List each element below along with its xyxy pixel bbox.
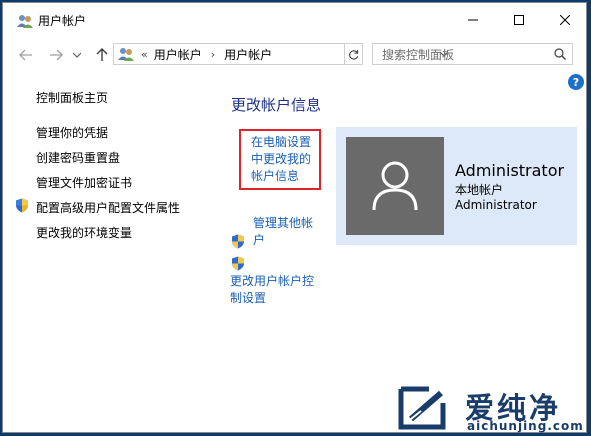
control-panel-home-link[interactable]: 控制面板主页	[36, 89, 108, 106]
maximize-button[interactable]	[496, 3, 542, 37]
link-line: 帐户信息	[251, 169, 300, 183]
manage-other-accounts-link[interactable]: 管理其他帐 户	[253, 215, 313, 249]
uac-shield-icon	[232, 234, 244, 249]
forward-button[interactable]	[45, 45, 67, 65]
watermark-logo	[398, 386, 446, 430]
change-environment-variables-link[interactable]: 更改我的环境变量	[36, 224, 132, 241]
arrow-right-icon	[50, 49, 63, 61]
breadcrumb-separator[interactable]: ›	[211, 48, 215, 61]
uac-shield-icon	[16, 198, 28, 213]
manage-credentials-link[interactable]: 管理你的凭据	[36, 124, 108, 141]
user-silhouette-icon	[372, 161, 418, 211]
create-password-reset-disk-link[interactable]: 创建密码重置盘	[36, 149, 120, 166]
link-line: 更改用户帐户控	[230, 274, 315, 288]
account-type: 本地帐户	[455, 183, 504, 197]
avatar	[346, 137, 444, 235]
manage-encryption-certificates-link[interactable]: 管理文件加密证书	[36, 174, 132, 191]
title-bar: 用户帐户	[3, 3, 586, 37]
link-line: 制设置	[230, 291, 267, 305]
breadcrumb-item[interactable]: 用户帐户	[154, 46, 202, 63]
navigation-bar: « 用户帐户 › 用户帐户 搜索控制面板	[3, 39, 586, 71]
refresh-button[interactable]	[345, 43, 363, 65]
user-accounts-icon	[17, 15, 33, 28]
chevron-down-icon	[73, 52, 81, 58]
user-accounts-icon	[118, 48, 134, 61]
search-icon	[554, 48, 566, 60]
search-input[interactable]: 搜索控制面板	[372, 43, 573, 65]
up-button[interactable]	[91, 45, 113, 65]
search-placeholder: 搜索控制面板	[382, 47, 455, 62]
account-name: Administrator	[455, 161, 565, 180]
watermark-url: aichunjing.com	[467, 419, 584, 433]
pc-settings-link[interactable]: 在电脑设置 中更改我的 帐户信息	[251, 134, 311, 185]
link-line: 在电脑设置	[251, 135, 312, 149]
arrow-left-icon	[19, 49, 32, 61]
refresh-icon	[349, 49, 359, 60]
page-title: 更改帐户信息	[231, 96, 322, 114]
uac-shield-icon	[232, 256, 244, 271]
advanced-profile-properties-link[interactable]: 配置高级用户配置文件属性	[36, 199, 180, 216]
address-bar[interactable]: « 用户帐户 › 用户帐户	[113, 43, 448, 65]
maximize-icon	[514, 15, 524, 25]
recent-locations-button[interactable]	[69, 45, 85, 65]
back-button[interactable]	[15, 45, 37, 65]
uac-settings-link[interactable]: 更改用户帐户控 制设置	[230, 273, 314, 307]
user-accounts-window: 用户帐户 « 用户帐户 › 用户帐户 搜索控制面板 ? 控制面板主页 管理你的凭…	[2, 2, 587, 433]
link-line: 管理其他帐	[253, 216, 314, 230]
link-line: 户	[253, 233, 266, 247]
link-line: 中更改我的	[251, 152, 312, 166]
minimize-button[interactable]	[450, 3, 496, 37]
help-button[interactable]: ?	[568, 74, 584, 90]
window-title: 用户帐户	[38, 14, 87, 28]
close-icon	[560, 15, 570, 25]
minimize-icon	[468, 19, 478, 21]
close-button[interactable]	[542, 3, 588, 37]
account-group: Administrator	[455, 198, 537, 212]
breadcrumb-overflow[interactable]: «	[141, 48, 148, 61]
breadcrumb-item[interactable]: 用户帐户	[224, 46, 272, 63]
arrow-up-icon	[96, 48, 108, 61]
